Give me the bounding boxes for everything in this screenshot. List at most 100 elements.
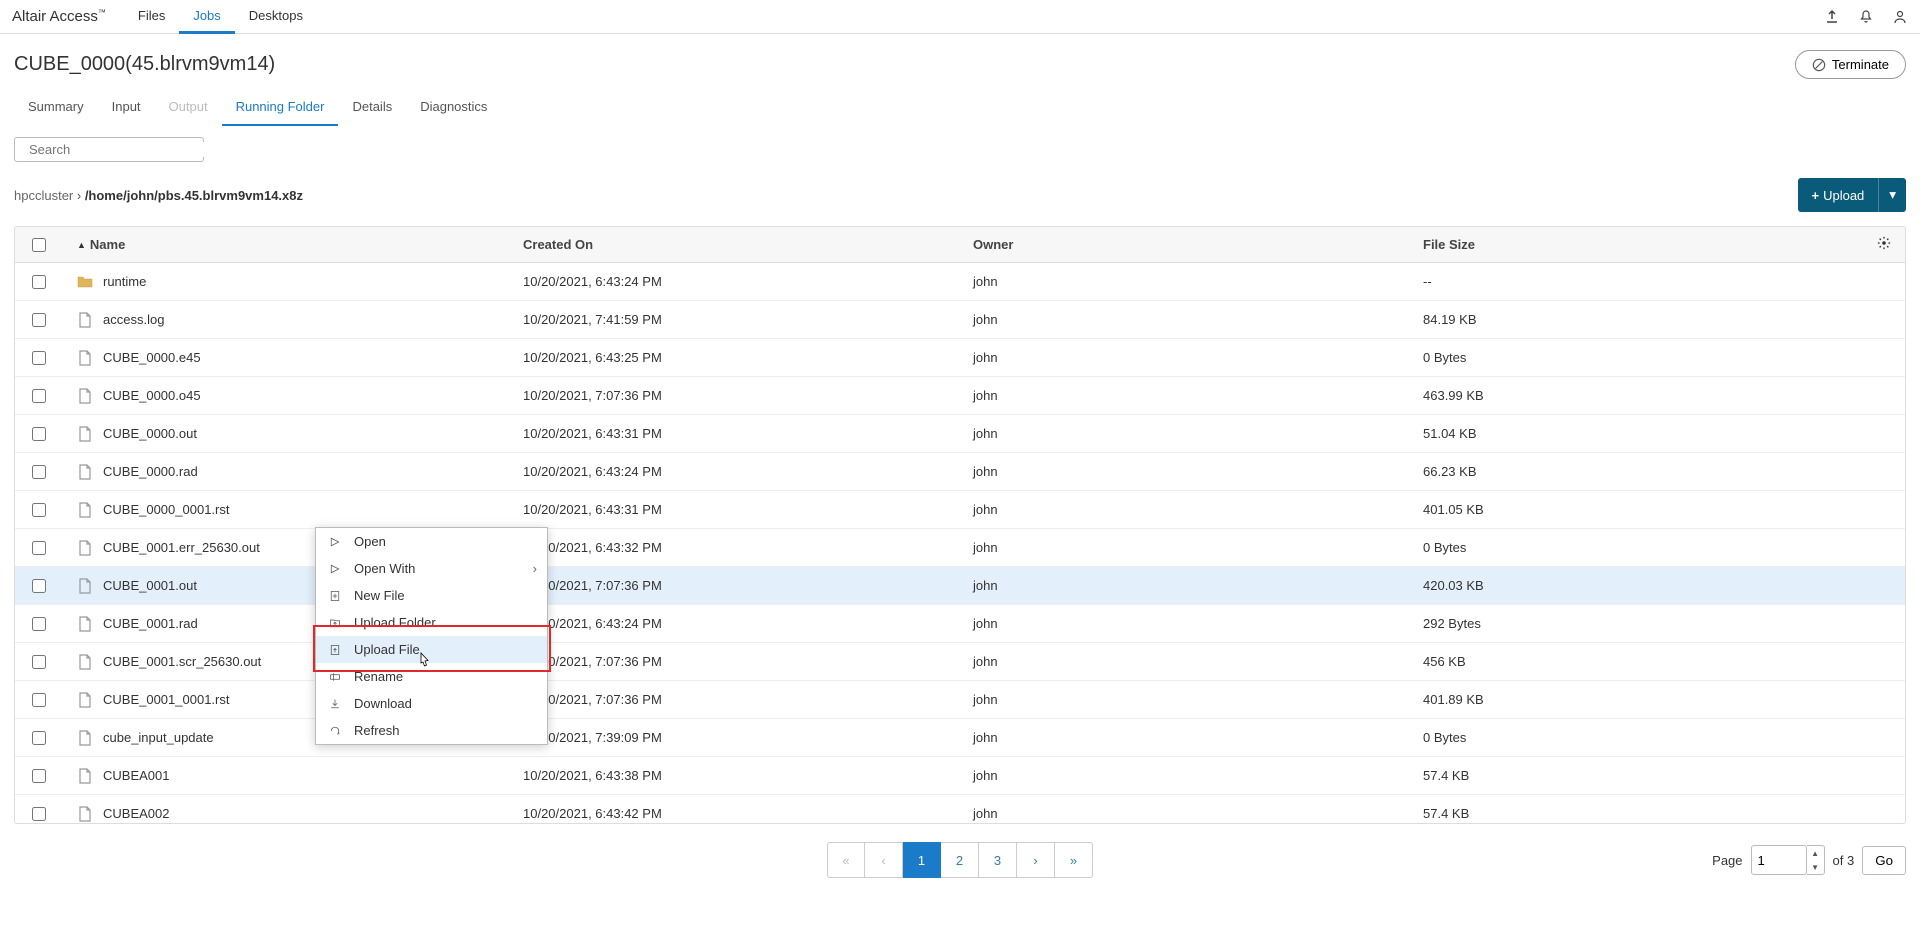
tab-summary[interactable]: Summary [14, 91, 98, 126]
file-name: CUBE_0000.o45 [103, 388, 201, 403]
topnav-desktops[interactable]: Desktops [235, 0, 317, 34]
row-checkbox[interactable] [32, 579, 46, 593]
table-row[interactable]: cube_input_update10/20/2021, 7:39:09 PMj… [15, 719, 1905, 757]
file-size: 0 Bytes [1423, 540, 1863, 555]
tab-running-folder[interactable]: Running Folder [222, 91, 339, 126]
file-name: CUBE_0001.scr_25630.out [103, 654, 261, 669]
page-stepper[interactable]: ▲▼ [1807, 845, 1825, 875]
user-icon[interactable] [1892, 9, 1908, 25]
context-menu-label: Refresh [354, 723, 400, 738]
table-row[interactable]: CUBEA00110/20/2021, 6:43:38 PMjohn57.4 K… [15, 757, 1905, 795]
openwith-icon [328, 563, 342, 575]
file-created: 10/20/2021, 7:41:59 PM [523, 312, 973, 327]
file-icon [77, 692, 93, 708]
table-row[interactable]: CUBE_0000.out10/20/2021, 6:43:31 PMjohn5… [15, 415, 1905, 453]
file-size: 0 Bytes [1423, 350, 1863, 365]
file-owner: john [973, 692, 1423, 707]
file-size: 66.23 KB [1423, 464, 1863, 479]
context-menu-upload-file[interactable]: Upload File [316, 636, 547, 663]
file-icon [77, 464, 93, 480]
header-size[interactable]: File Size [1423, 237, 1863, 252]
row-checkbox[interactable] [32, 617, 46, 631]
header-name[interactable]: ▲Name [63, 237, 523, 252]
pager: «‹123›» [827, 842, 1093, 878]
file-created: 10/20/2021, 7:07:36 PM [523, 654, 973, 669]
file-owner: john [973, 312, 1423, 327]
refresh-icon [328, 725, 342, 737]
context-menu-refresh[interactable]: Refresh [316, 717, 547, 744]
gear-icon[interactable] [1863, 236, 1905, 253]
row-checkbox[interactable] [32, 503, 46, 517]
context-menu-open[interactable]: Open [316, 528, 547, 555]
table-row[interactable]: CUBEA00210/20/2021, 6:43:42 PMjohn57.4 K… [15, 795, 1905, 823]
row-checkbox[interactable] [32, 655, 46, 669]
page-btn-»[interactable]: » [1055, 842, 1093, 878]
topnav-jobs[interactable]: Jobs [179, 0, 234, 34]
file-icon [77, 540, 93, 556]
page-btn-›[interactable]: › [1017, 842, 1055, 878]
row-checkbox[interactable] [32, 769, 46, 783]
folder-icon [77, 274, 93, 290]
page-btn-1[interactable]: 1 [903, 842, 941, 878]
file-icon [77, 806, 93, 822]
table-row[interactable]: CUBE_0000.e4510/20/2021, 6:43:25 PMjohn0… [15, 339, 1905, 377]
table-row[interactable]: access.log10/20/2021, 7:41:59 PMjohn84.1… [15, 301, 1905, 339]
table-row[interactable]: CUBE_0001.out10/20/2021, 7:07:36 PMjohn4… [15, 567, 1905, 605]
table-row[interactable]: CUBE_0000.rad10/20/2021, 6:43:24 PMjohn6… [15, 453, 1905, 491]
upload-icon[interactable] [1824, 9, 1840, 25]
context-menu-open-with[interactable]: Open With [316, 555, 547, 582]
file-name: access.log [103, 312, 164, 327]
table-row[interactable]: CUBE_0000.o4510/20/2021, 7:07:36 PMjohn4… [15, 377, 1905, 415]
row-checkbox[interactable] [32, 275, 46, 289]
header-created[interactable]: Created On [523, 237, 973, 252]
context-menu-download[interactable]: Download [316, 690, 547, 717]
header-owner[interactable]: Owner [973, 237, 1423, 252]
tab-details[interactable]: Details [338, 91, 406, 126]
search-input[interactable] [14, 137, 204, 162]
table-row[interactable]: CUBE_0001.rad10/20/2021, 6:43:24 PMjohn2… [15, 605, 1905, 643]
table-row[interactable]: CUBE_0001.err_25630.out10/20/2021, 6:43:… [15, 529, 1905, 567]
tab-input[interactable]: Input [98, 91, 155, 126]
page-title: CUBE_0000(45.blrvm9vm14) [14, 53, 275, 76]
select-all-checkbox[interactable] [32, 238, 46, 252]
row-checkbox[interactable] [32, 389, 46, 403]
file-owner: john [973, 426, 1423, 441]
page-btn-«: « [827, 842, 865, 878]
file-owner: john [973, 274, 1423, 289]
context-menu-upload-folder[interactable]: Upload Folder [316, 609, 547, 636]
table-row[interactable]: runtime10/20/2021, 6:43:24 PMjohn-- [15, 263, 1905, 301]
row-checkbox[interactable] [32, 693, 46, 707]
page-btn-3[interactable]: 3 [979, 842, 1017, 878]
file-created: 10/20/2021, 6:43:24 PM [523, 464, 973, 479]
table-row[interactable]: CUBE_0001.scr_25630.out 10/20/2021, 7:07:… [15, 643, 1905, 681]
row-checkbox[interactable] [32, 427, 46, 441]
row-checkbox[interactable] [32, 731, 46, 745]
page-btn-2[interactable]: 2 [941, 842, 979, 878]
context-menu-new-file[interactable]: New File [316, 582, 547, 609]
tab-diagnostics[interactable]: Diagnostics [406, 91, 501, 126]
row-checkbox[interactable] [32, 351, 46, 365]
row-checkbox[interactable] [32, 465, 46, 479]
file-owner: john [973, 806, 1423, 821]
file-name: cube_input_update [103, 730, 214, 745]
context-menu-rename[interactable]: Rename [316, 663, 547, 690]
table-row[interactable]: CUBE_0001_0001.rst10/20/2021, 7:07:36 PM… [15, 681, 1905, 719]
file-name: CUBE_0000.e45 [103, 350, 201, 365]
page-input[interactable] [1751, 845, 1807, 875]
file-created: 10/20/2021, 6:43:38 PM [523, 768, 973, 783]
table-row[interactable]: CUBE_0000_0001.rst10/20/2021, 6:43:31 PM… [15, 491, 1905, 529]
row-checkbox[interactable] [32, 313, 46, 327]
newfile-icon [328, 590, 342, 602]
file-name: runtime [103, 274, 146, 289]
go-button[interactable]: Go [1862, 846, 1906, 875]
file-owner: john [973, 388, 1423, 403]
row-checkbox[interactable] [32, 541, 46, 555]
bell-icon[interactable] [1858, 9, 1874, 25]
terminate-button[interactable]: Terminate [1795, 50, 1906, 79]
topnav-files[interactable]: Files [124, 0, 179, 34]
row-checkbox[interactable] [32, 807, 46, 821]
file-size: 51.04 KB [1423, 426, 1863, 441]
upload-button[interactable]: + Upload ▾ [1798, 178, 1907, 212]
file-size: 456 KB [1423, 654, 1863, 669]
upload-caret-icon[interactable]: ▾ [1878, 178, 1906, 212]
